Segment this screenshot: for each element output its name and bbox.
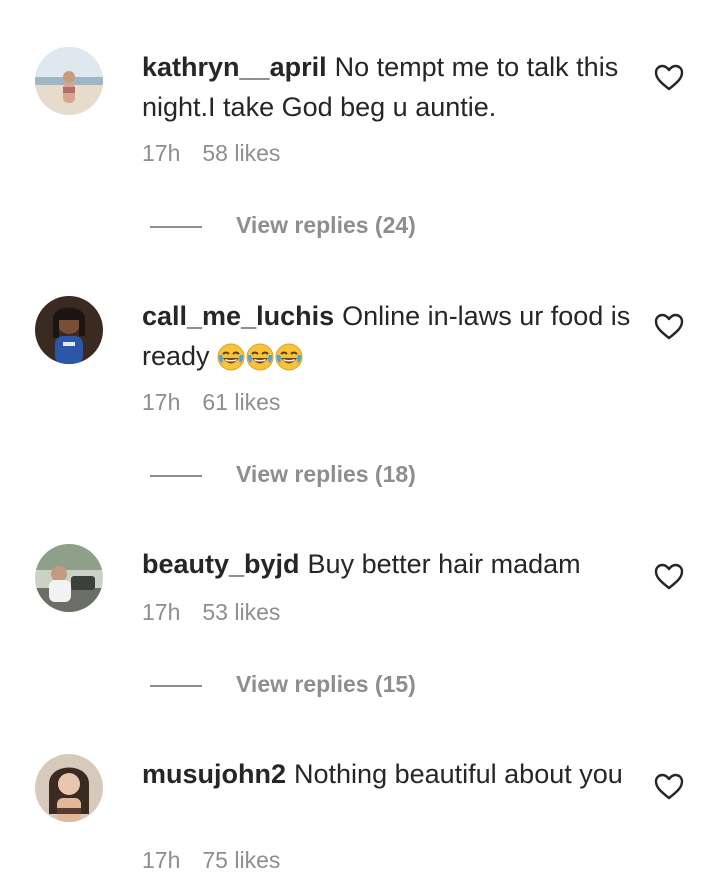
- replies-divider: [150, 685, 202, 687]
- comment-meta: 17h 75 likes: [142, 847, 302, 874]
- avatar[interactable]: [35, 296, 103, 364]
- comment-body: kathryn__april No tempt me to talk this n…: [142, 47, 632, 127]
- heart-outline-icon[interactable]: [654, 64, 684, 92]
- comment-meta: 17h 61 likes: [142, 389, 302, 416]
- comment-text: Buy better hair madam: [307, 549, 581, 579]
- comment-likes[interactable]: 61 likes: [202, 389, 280, 415]
- comment-body: beauty_byjd Buy better hair madam: [142, 544, 632, 584]
- comment-likes[interactable]: 75 likes: [202, 847, 280, 873]
- heart-outline-icon[interactable]: [654, 313, 684, 341]
- comment-time: 17h: [142, 389, 181, 415]
- avatar[interactable]: [35, 544, 103, 612]
- comment-username[interactable]: call_me_luchis: [142, 301, 334, 331]
- comment-time: 17h: [142, 140, 181, 166]
- comment-username[interactable]: musujohn2: [142, 759, 286, 789]
- heart-outline-icon[interactable]: [654, 563, 684, 591]
- face-with-tears-of-joy-icon: [275, 342, 303, 382]
- replies-divider: [150, 226, 202, 228]
- face-with-tears-of-joy-icon: [246, 342, 274, 382]
- replies-divider: [150, 475, 202, 477]
- view-replies-button[interactable]: View replies (15): [236, 671, 416, 698]
- avatar[interactable]: [35, 754, 103, 822]
- view-replies-button[interactable]: View replies (18): [236, 461, 416, 488]
- comment-text: Nothing beautiful about you: [294, 759, 623, 789]
- face-with-tears-of-joy-icon: [217, 342, 245, 382]
- comment-username[interactable]: beauty_byjd: [142, 549, 300, 579]
- comment-time: 17h: [142, 599, 181, 625]
- comment-username[interactable]: kathryn__april: [142, 52, 327, 82]
- comment-meta: 17h 53 likes: [142, 599, 302, 626]
- comment-likes[interactable]: 53 likes: [202, 599, 280, 625]
- comment-meta: 17h 58 likes: [142, 140, 302, 167]
- avatar[interactable]: [35, 47, 103, 115]
- heart-outline-icon[interactable]: [654, 773, 684, 801]
- comment-body: call_me_luchis Online in-laws ur food is …: [142, 296, 632, 382]
- comment-body: musujohn2 Nothing beautiful about you: [142, 754, 632, 794]
- comment-time: 17h: [142, 847, 181, 873]
- comment-likes[interactable]: 58 likes: [202, 140, 280, 166]
- view-replies-button[interactable]: View replies (24): [236, 212, 416, 239]
